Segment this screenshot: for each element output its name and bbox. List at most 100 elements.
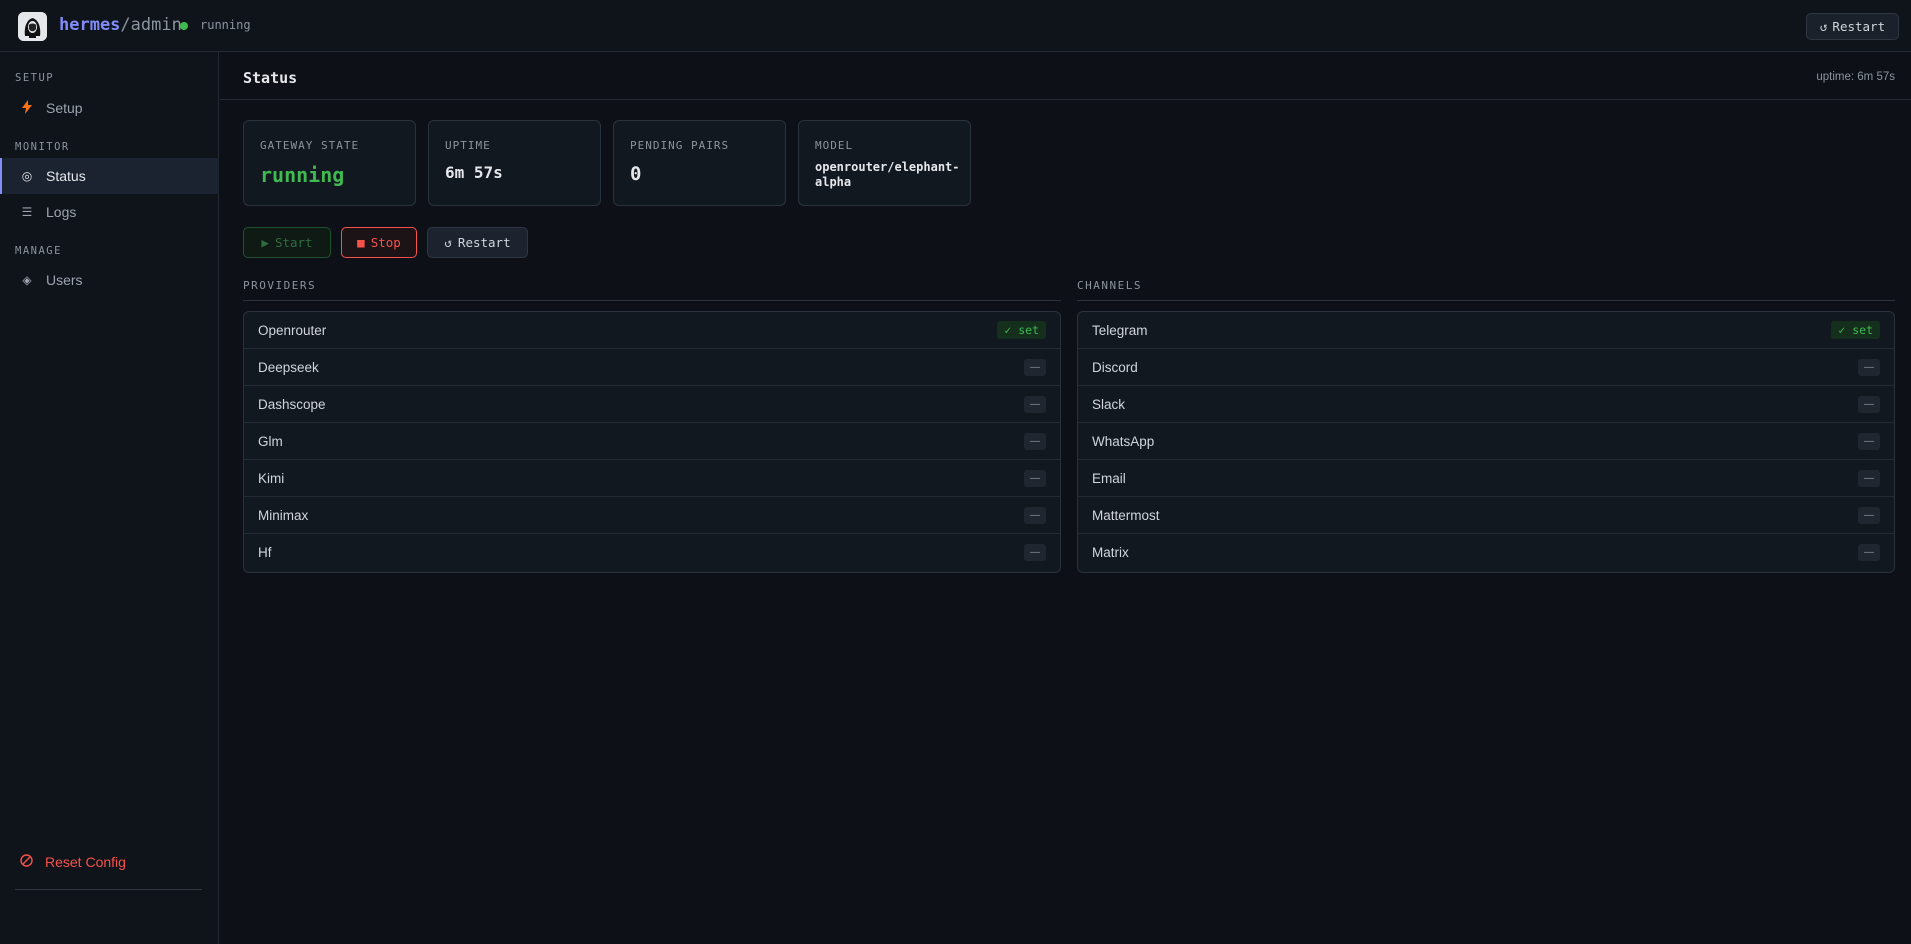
channels-divider <box>1077 300 1895 301</box>
list-item[interactable]: Discord — <box>1078 349 1894 386</box>
stop-button[interactable]: ■ Stop <box>341 227 417 258</box>
status-dot-icon <box>180 22 188 30</box>
status-badge: — <box>1024 544 1046 561</box>
list-item[interactable]: Dashscope — <box>244 386 1060 423</box>
play-icon: ▶ <box>261 235 269 250</box>
status-badge: ✓ set <box>1831 321 1880 339</box>
status-badge: — <box>1858 469 1880 487</box>
top-restart-label: Restart <box>1832 19 1886 34</box>
sidebar-item-label: Users <box>46 272 83 288</box>
reset-config-label: Reset Config <box>45 854 126 870</box>
page-title: Status <box>243 69 298 87</box>
restart-label: Restart <box>457 235 511 250</box>
channels-heading: CHANNELS <box>1077 279 1142 292</box>
list-item[interactable]: Telegram ✓ set <box>1078 312 1894 349</box>
sidebar-item-setup[interactable]: Setup <box>0 90 219 126</box>
list-item[interactable]: Hf — <box>244 534 1060 571</box>
status-badge: ✓ set <box>997 321 1046 339</box>
list-item[interactable]: Email — <box>1078 460 1894 497</box>
start-button[interactable]: ▶ Start <box>243 227 331 258</box>
uptime-card: UPTIME 6m 57s <box>428 120 601 206</box>
page-header: Status uptime: 6m 57s <box>220 52 1911 100</box>
ban-icon <box>20 854 33 870</box>
channel-name: Mattermost <box>1092 507 1160 523</box>
channel-name: Email <box>1092 470 1126 486</box>
bolt-icon <box>20 99 34 117</box>
sidebar: SETUP Setup MONITOR ◎ Status ☰ Logs MANA… <box>0 52 219 944</box>
list-item[interactable]: Kimi — <box>244 460 1060 497</box>
channels-list: Telegram ✓ set Discord — Slack — WhatsApp — … <box>1077 311 1895 573</box>
users-icon: ◈ <box>22 273 32 287</box>
brand-title[interactable]: hermes/admin <box>59 15 182 35</box>
brand-name: hermes <box>59 15 121 35</box>
providers-list: Openrouter ✓ set Deepseek — Dashscope — Glm… <box>243 311 1061 573</box>
top-restart-button[interactable]: ↺ Restart <box>1806 13 1899 40</box>
sidebar-item-label: Status <box>46 168 86 184</box>
status-badge: — <box>1858 432 1880 450</box>
sidebar-section-setup: SETUP <box>15 72 55 84</box>
status-badge: — <box>1024 395 1046 413</box>
list-item[interactable]: Openrouter ✓ set <box>244 312 1060 349</box>
providers-divider <box>243 300 1061 301</box>
status-badge: — <box>1024 506 1046 524</box>
sidebar-section-monitor: MONITOR <box>15 141 70 153</box>
status-badge: — <box>1858 506 1880 524</box>
provider-name: Kimi <box>258 470 285 486</box>
gateway-state-value: running <box>260 163 345 187</box>
providers-heading: PROVIDERS <box>243 279 317 292</box>
status-badge: — <box>1858 358 1880 376</box>
sidebar-section-manage: MANAGE <box>15 245 62 257</box>
list-item[interactable]: Matrix — <box>1078 534 1894 571</box>
card-label: UPTIME <box>445 139 491 152</box>
model-value: openrouter/elephant-alpha <box>815 160 960 189</box>
provider-name: Minimax <box>258 507 309 523</box>
status-badge: — <box>1858 395 1880 413</box>
status-badge: — <box>1858 544 1880 561</box>
list-item[interactable]: WhatsApp — <box>1078 423 1894 460</box>
provider-name: Dashscope <box>258 396 326 412</box>
refresh-icon: ↺ <box>444 235 452 250</box>
sidebar-divider <box>15 889 202 890</box>
top-bar: hermes/admin running ↺ Restart <box>0 0 1911 52</box>
list-item[interactable]: Deepseek — <box>244 349 1060 386</box>
list-item[interactable]: Minimax — <box>244 497 1060 534</box>
sidebar-item-label: Logs <box>46 204 77 220</box>
status-badge: — <box>1024 358 1046 376</box>
channel-name: Discord <box>1092 359 1138 375</box>
refresh-icon: ↺ <box>1819 19 1828 34</box>
channel-name: Slack <box>1092 396 1126 412</box>
sidebar-item-status[interactable]: ◎ Status <box>0 158 219 194</box>
provider-name: Glm <box>258 433 283 449</box>
provider-name: Openrouter <box>258 322 327 338</box>
provider-name: Hf <box>258 545 272 560</box>
list-icon: ☰ <box>21 205 33 219</box>
sidebar-item-users[interactable]: ◈ Users <box>0 262 219 298</box>
start-label: Start <box>274 235 313 250</box>
list-item[interactable]: Glm — <box>244 423 1060 460</box>
list-item[interactable]: Slack — <box>1078 386 1894 423</box>
sidebar-item-logs[interactable]: ☰ Logs <box>0 194 219 230</box>
card-label: MODEL <box>815 139 854 152</box>
uptime-value: 6m 57s <box>445 163 503 182</box>
status-badge: — <box>1024 469 1046 487</box>
gateway-status-text: running <box>200 18 251 32</box>
list-item[interactable]: Mattermost — <box>1078 497 1894 534</box>
card-label: PENDING PAIRS <box>630 139 730 152</box>
provider-name: Deepseek <box>258 359 319 375</box>
model-card: MODEL openrouter/elephant-alpha <box>798 120 971 206</box>
gateway-state-card: GATEWAY STATE running <box>243 120 416 206</box>
card-label: GATEWAY STATE <box>260 139 360 152</box>
brand-suffix: /admin <box>120 15 182 35</box>
stop-label: Stop <box>370 235 401 250</box>
sidebar-item-label: Setup <box>46 100 83 116</box>
restart-button[interactable]: ↺ Restart <box>427 227 528 258</box>
pending-pairs-card: PENDING PAIRS 0 <box>613 120 786 206</box>
channel-name: WhatsApp <box>1092 433 1155 449</box>
logo-icon[interactable] <box>18 12 47 41</box>
pending-pairs-value: 0 <box>630 163 642 185</box>
status-badge: — <box>1024 432 1046 450</box>
target-icon: ◎ <box>21 169 33 183</box>
channel-name: Matrix <box>1092 545 1129 560</box>
reset-config-button[interactable]: Reset Config <box>20 854 126 870</box>
header-uptime: uptime: 6m 57s <box>1816 71 1895 83</box>
